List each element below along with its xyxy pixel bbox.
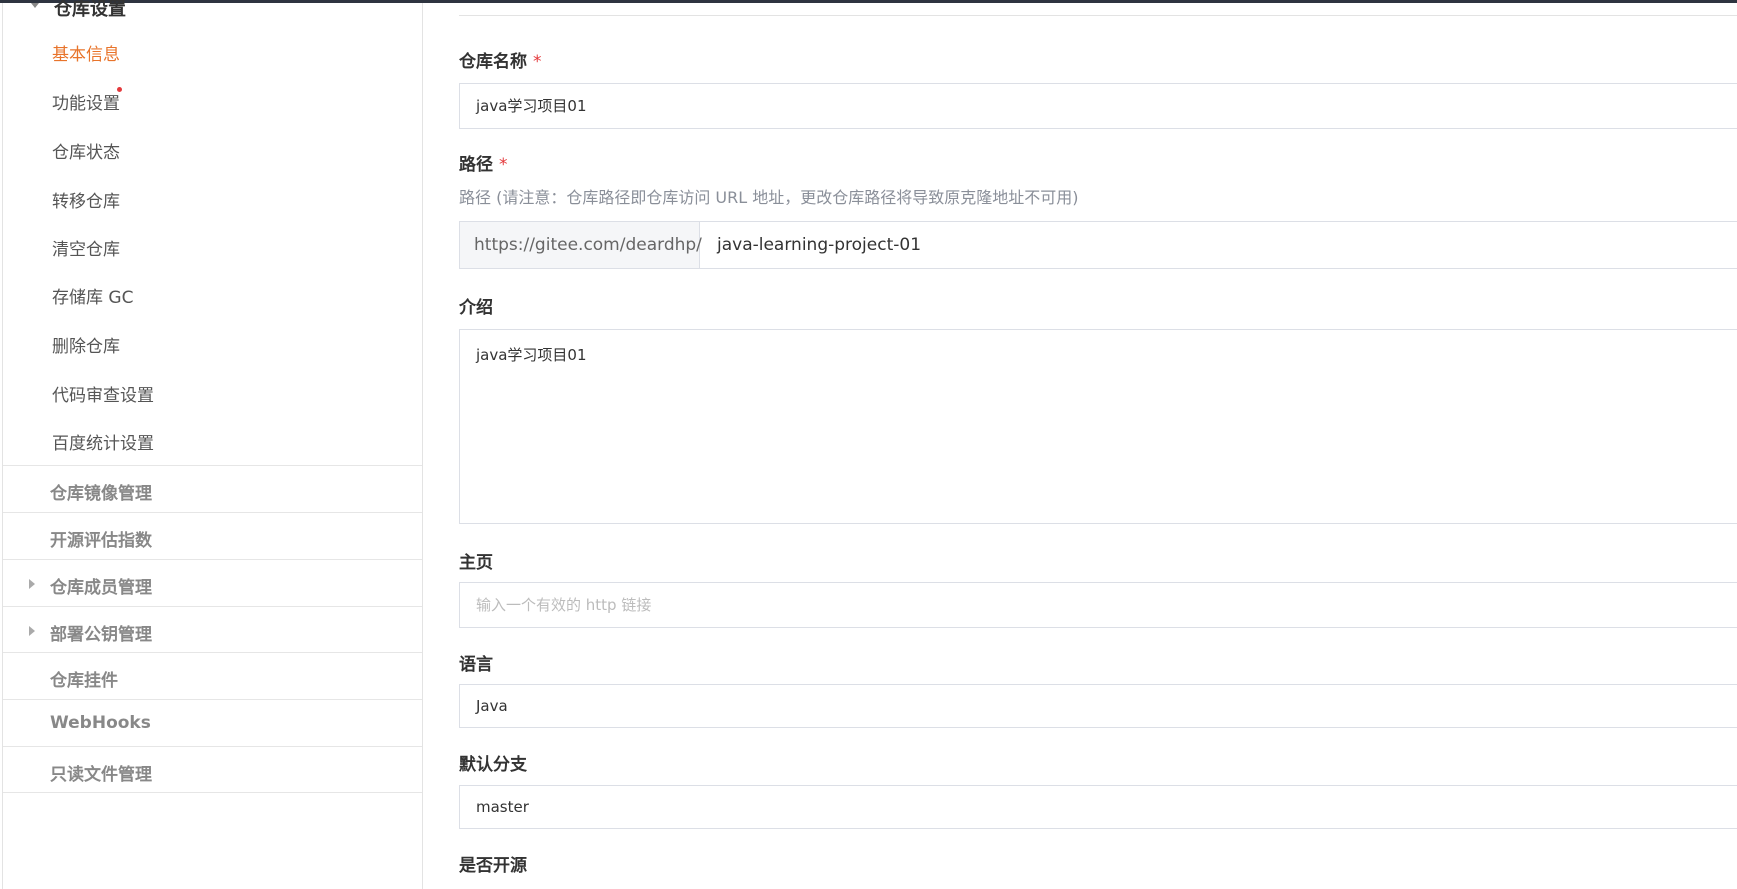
sidebar-item-clear-repo[interactable]: 清空仓库 bbox=[52, 235, 120, 260]
divider bbox=[459, 15, 1737, 16]
sidebar-item-label: 功能设置 bbox=[52, 94, 120, 114]
sidebar-section-readonly-files[interactable]: 只读文件管理 bbox=[3, 746, 422, 798]
language-select[interactable]: Java bbox=[459, 684, 1737, 728]
caret-right-icon bbox=[29, 626, 35, 636]
homepage-input[interactable]: 输入一个有效的 http 链接 bbox=[459, 582, 1737, 628]
sidebar-section-label: 只读文件管理 bbox=[50, 765, 152, 785]
sidebar-item-delete-repo[interactable]: 删除仓库 bbox=[52, 332, 120, 357]
sidebar-section-label: 仓库挂件 bbox=[50, 671, 118, 691]
sidebar-item-baidu-stats[interactable]: 百度统计设置 bbox=[52, 429, 154, 454]
sidebar-section-label: WebHooks bbox=[50, 713, 151, 733]
description-label: 介绍 bbox=[459, 298, 493, 318]
required-mark: * bbox=[499, 155, 508, 175]
sidebar-section-label: 仓库成员管理 bbox=[50, 578, 152, 598]
default-branch-label: 默认分支 bbox=[459, 755, 527, 775]
path-input[interactable]: java-learning-project-01 bbox=[700, 221, 1737, 269]
sidebar-item-code-review[interactable]: 代码审查设置 bbox=[52, 381, 154, 406]
caret-right-icon bbox=[29, 579, 35, 589]
path-prefix: https://gitee.com/deardhp/ bbox=[459, 221, 702, 269]
sidebar-item-transfer-repo[interactable]: 转移仓库 bbox=[52, 187, 120, 212]
field-label: 仓库名称 bbox=[459, 52, 527, 72]
sidebar-section-label: 部署公钥管理 bbox=[50, 625, 152, 645]
sidebar-section-label: 开源评估指数 bbox=[50, 531, 152, 551]
caret-down-icon bbox=[31, 3, 39, 8]
divider bbox=[3, 792, 422, 793]
sidebar-item-repo-status[interactable]: 仓库状态 bbox=[52, 138, 120, 163]
repo-name-label: 仓库名称 * bbox=[459, 47, 542, 72]
sidebar-item-feature-settings[interactable]: 功能设置 bbox=[52, 89, 120, 114]
settings-form: 仓库名称 * java学习项目01 路径 * 路径 (请注意：仓库路径即仓库访问 U… bbox=[424, 0, 1737, 889]
sidebar-section-members[interactable]: 仓库成员管理 bbox=[3, 559, 422, 611]
open-source-label: 是否开源 bbox=[459, 856, 527, 876]
path-hint: 路径 (请注意：仓库路径即仓库访问 URL 地址，更改仓库路径将导致原克隆地址不… bbox=[459, 188, 1079, 207]
notification-dot-icon bbox=[117, 87, 122, 92]
settings-sidebar: 仓库设置 基本信息 功能设置 仓库状态 转移仓库 清空仓库 存储库 GC 删除仓… bbox=[2, 0, 423, 889]
description-textarea[interactable]: java学习项目01 bbox=[459, 329, 1737, 524]
default-branch-select[interactable]: master bbox=[459, 785, 1737, 829]
path-label: 路径 * bbox=[459, 150, 508, 175]
sidebar-item-storage-gc[interactable]: 存储库 GC bbox=[52, 283, 133, 308]
sidebar-section-deploy-keys[interactable]: 部署公钥管理 bbox=[3, 606, 422, 658]
required-mark: * bbox=[533, 52, 542, 72]
sidebar-section-mirror[interactable]: 仓库镜像管理 bbox=[3, 465, 422, 517]
repo-name-input[interactable]: java学习项目01 bbox=[459, 83, 1737, 129]
language-label: 语言 bbox=[459, 655, 493, 675]
sidebar-section-label: 仓库镜像管理 bbox=[50, 484, 152, 504]
sidebar-group-title[interactable]: 仓库设置 bbox=[54, 0, 126, 21]
sidebar-section-oss-index[interactable]: 开源评估指数 bbox=[3, 512, 422, 564]
homepage-label: 主页 bbox=[459, 553, 493, 573]
sidebar-item-basic-info[interactable]: 基本信息 bbox=[52, 40, 120, 65]
field-label: 路径 bbox=[459, 155, 493, 175]
sidebar-section-webhooks[interactable]: WebHooks bbox=[3, 699, 422, 751]
sidebar-section-widgets[interactable]: 仓库挂件 bbox=[3, 652, 422, 704]
